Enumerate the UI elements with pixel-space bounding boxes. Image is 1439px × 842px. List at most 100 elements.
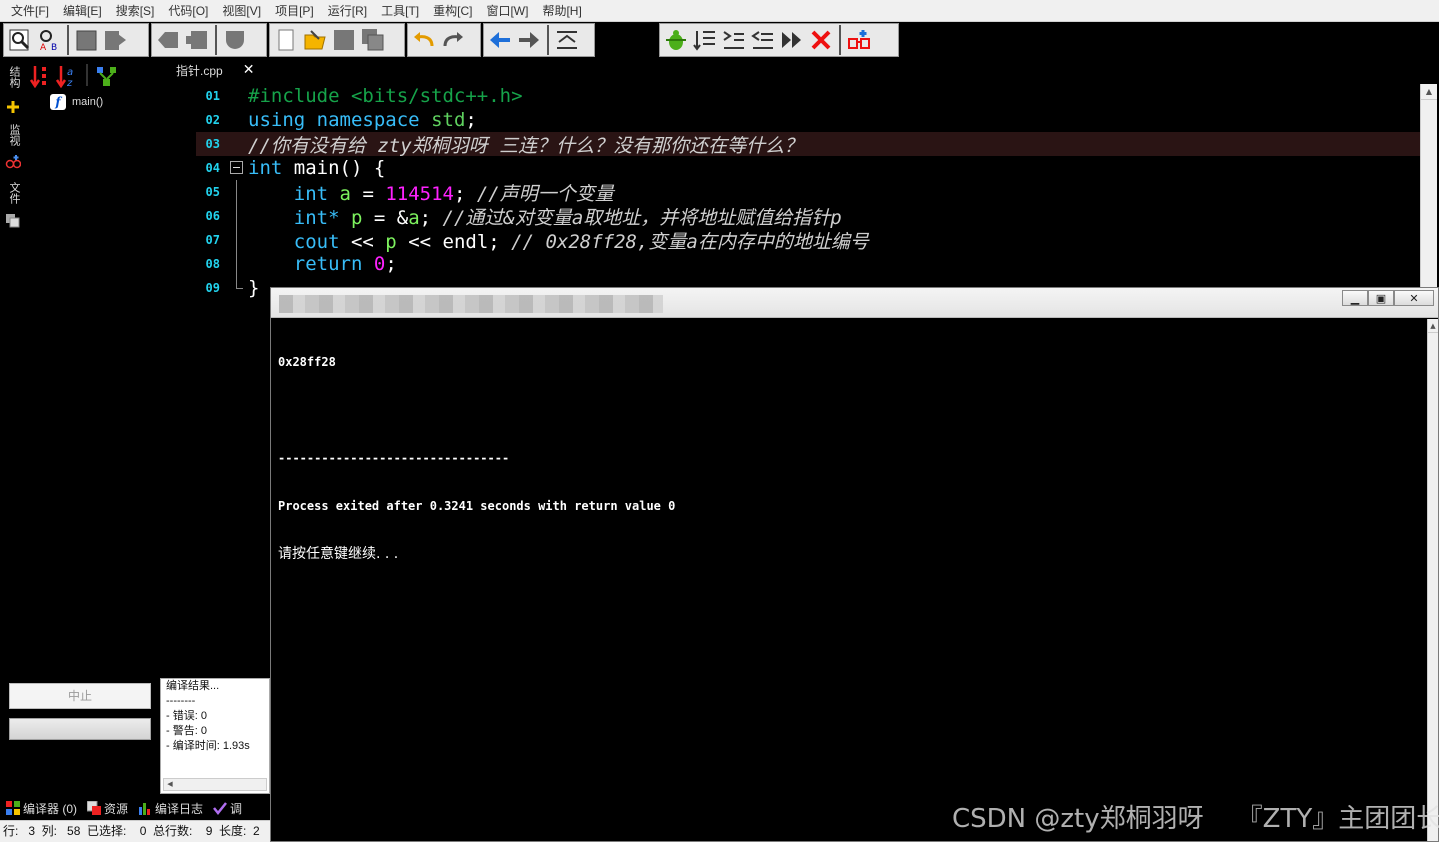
tab-structure[interactable]: 结构 bbox=[4, 66, 22, 88]
menu-item[interactable]: 视图[V] bbox=[215, 0, 268, 22]
inheritance-icon[interactable] bbox=[96, 64, 118, 92]
class-add-icon[interactable] bbox=[6, 98, 20, 113]
tab-compiler[interactable]: 编译器 (0) bbox=[6, 800, 77, 817]
code-line[interactable]: 02 using namespace std; bbox=[196, 108, 1420, 132]
fold-line bbox=[236, 180, 237, 204]
fold-line bbox=[236, 204, 237, 228]
console-window[interactable]: ▁ ▣ ✕ 0x28ff28 -------------------------… bbox=[270, 287, 1439, 842]
code-text: using namespace std; bbox=[248, 109, 477, 131]
stop-button[interactable]: 中止 bbox=[9, 683, 151, 709]
toolbar-group-bookmarks bbox=[151, 23, 267, 57]
fold-gutter bbox=[226, 228, 248, 252]
find-icon[interactable] bbox=[7, 27, 33, 53]
fold-gutter bbox=[226, 252, 248, 276]
code-text: return 0; bbox=[248, 253, 397, 275]
replace-icon[interactable]: AB bbox=[36, 27, 62, 53]
tab-files[interactable]: 文件 bbox=[4, 182, 22, 204]
menu-item[interactable]: 文件[F] bbox=[4, 0, 56, 22]
maximize-icon[interactable]: ▣ bbox=[1368, 290, 1394, 306]
tab-resources[interactable]: 资源 bbox=[87, 800, 128, 817]
tree-item-main[interactable]: f main() bbox=[50, 94, 103, 110]
tab-compile-log[interactable]: 编译日志 bbox=[138, 800, 203, 817]
separator bbox=[67, 25, 69, 55]
code-token: 114514 bbox=[385, 182, 454, 205]
code-line[interactable]: 01 #include <bits/stdc++.h> bbox=[196, 84, 1420, 108]
menu-item[interactable]: 编辑[E] bbox=[56, 0, 109, 22]
menu-item[interactable]: 窗口[W] bbox=[479, 0, 535, 22]
tab-watch[interactable]: 监视 bbox=[4, 124, 22, 146]
debug-bug-icon[interactable] bbox=[663, 27, 689, 53]
code-text: cout << p << endl; // 0x28ff28,变量a在内存中的地… bbox=[248, 227, 869, 254]
stop-debug-icon[interactable] bbox=[808, 27, 834, 53]
sort-alpha-icon[interactable]: az bbox=[55, 64, 78, 92]
menu-item[interactable]: 项目[P] bbox=[268, 0, 321, 22]
fold-end bbox=[236, 288, 243, 289]
open-folder-icon[interactable] bbox=[302, 27, 328, 53]
format-icon[interactable] bbox=[554, 27, 580, 53]
new-file-icon[interactable] bbox=[273, 27, 299, 53]
save-all-icon[interactable] bbox=[360, 27, 386, 53]
code-text: //你有没有给 zty郑桐羽呀 三连？什么？没有那你还在等什么？ bbox=[248, 131, 803, 158]
code-token: using bbox=[248, 109, 306, 131]
code-token: cout bbox=[293, 230, 340, 253]
sort-type-icon[interactable] bbox=[29, 64, 52, 92]
file-tab[interactable]: 指针.cpp ✕ bbox=[176, 60, 254, 80]
scroll-up-icon[interactable]: ▲ bbox=[1421, 84, 1437, 100]
code-line[interactable]: 07 cout << p << endl; // 0x28ff28,变量a在内存… bbox=[196, 227, 1420, 254]
result-line: -------- bbox=[166, 695, 196, 707]
close-icon[interactable]: ✕ bbox=[243, 62, 255, 78]
save-icon[interactable] bbox=[331, 27, 357, 53]
console-scrollbar[interactable]: ▲ bbox=[1427, 319, 1438, 841]
scroll-up-icon[interactable]: ▲ bbox=[1428, 319, 1438, 333]
shield-icon[interactable] bbox=[222, 27, 248, 53]
check-icon bbox=[213, 802, 228, 815]
fold-collapse-icon[interactable] bbox=[230, 161, 243, 174]
watch-add-icon[interactable] bbox=[5, 154, 22, 170]
blurred-title bbox=[279, 295, 663, 313]
close-window-icon[interactable]: ✕ bbox=[1394, 290, 1434, 306]
bookmark-back-icon[interactable] bbox=[155, 27, 181, 53]
undo-icon[interactable] bbox=[411, 27, 437, 53]
code-line[interactable]: 08 return 0; bbox=[196, 252, 1420, 276]
code-token: ; bbox=[453, 182, 477, 205]
gray-box-icon[interactable] bbox=[74, 27, 100, 53]
sort-toolbar: az bbox=[29, 64, 118, 92]
step-over-icon[interactable] bbox=[721, 27, 747, 53]
editor-scrollbar[interactable]: ▲ bbox=[1420, 84, 1437, 296]
arrow-left-icon[interactable] bbox=[487, 27, 513, 53]
code-line[interactable]: 04 int main() { bbox=[196, 156, 1420, 180]
menu-item[interactable]: 代码[O] bbox=[161, 0, 215, 22]
code-line[interactable]: 03 //你有没有给 zty郑桐羽呀 三连？什么？没有那你还在等什么？ bbox=[196, 131, 1420, 158]
files-icon[interactable] bbox=[6, 213, 20, 228]
arrow-right-icon[interactable] bbox=[516, 27, 542, 53]
menu-item[interactable]: 工具[T] bbox=[374, 0, 426, 22]
fold-line bbox=[236, 252, 237, 276]
watch-glasses-icon[interactable] bbox=[846, 27, 872, 53]
code-token: ; bbox=[465, 109, 477, 131]
scroll-left-icon[interactable]: ◀ bbox=[164, 779, 176, 790]
console-title-bar[interactable]: ▁ ▣ ✕ bbox=[271, 288, 1438, 318]
goto-icon[interactable] bbox=[103, 27, 129, 53]
code-line[interactable]: 05 int a = 114514; //声明一个变量 bbox=[196, 180, 1420, 205]
continue-icon[interactable] bbox=[779, 27, 805, 53]
menu-item[interactable]: 帮助[H] bbox=[535, 0, 588, 22]
menu-item[interactable]: 重构[C] bbox=[426, 0, 479, 22]
step-out-icon[interactable] bbox=[750, 27, 776, 53]
results-scrollbar[interactable]: ◀ bbox=[163, 778, 267, 791]
step-into-icon[interactable] bbox=[692, 27, 718, 53]
code-editor[interactable]: 01 #include <bits/stdc++.h> 02 using namesp… bbox=[196, 84, 1420, 299]
code-line[interactable]: 06 int* p = &a; //通过&对变量a取地址，并将地址赋值给指针p bbox=[196, 204, 1420, 229]
menu-item[interactable]: 运行[R] bbox=[321, 0, 374, 22]
fold-gutter bbox=[226, 156, 248, 180]
tab-debug[interactable]: 调 bbox=[213, 800, 242, 817]
bookmark-icon[interactable] bbox=[184, 27, 210, 53]
menu-item[interactable]: 搜索[S] bbox=[109, 0, 162, 22]
minimize-icon[interactable]: ▁ bbox=[1342, 290, 1368, 306]
tab-label: 资源 bbox=[104, 801, 129, 816]
redo-icon[interactable] bbox=[440, 27, 466, 53]
